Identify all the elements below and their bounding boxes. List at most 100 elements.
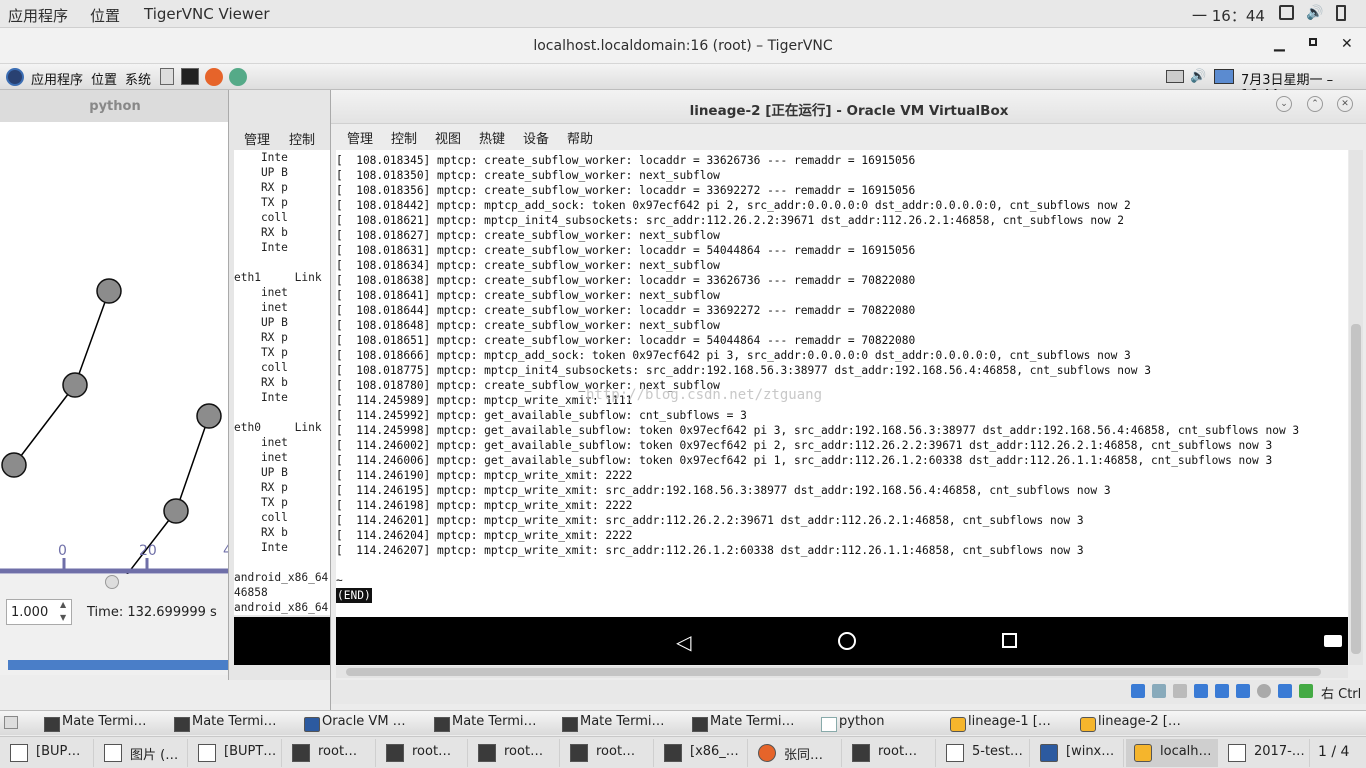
battery-icon[interactable] — [1336, 5, 1346, 21]
remote-task-item[interactable]: lineage-1 [… — [944, 714, 1051, 734]
firefox-icon[interactable] — [205, 68, 223, 86]
usb-icon[interactable] — [1215, 684, 1229, 698]
show-desktop-icon[interactable] — [4, 716, 18, 729]
kernel-log: [ 108.018345] mptcp: create_subflow_work… — [336, 153, 1299, 558]
terminal-icon[interactable] — [181, 68, 199, 85]
guest-console[interactable]: [ 108.018345] mptcp: create_subflow_work… — [336, 150, 1348, 617]
volume-icon[interactable]: 🔊 — [1306, 5, 1323, 21]
keyboard-icon[interactable] — [1324, 635, 1342, 647]
clock[interactable]: 一 16：44 — [1192, 5, 1265, 26]
vbox-menu-hotkey[interactable]: 热键 — [479, 128, 505, 147]
remote-task-item[interactable]: Mate Termi… — [168, 714, 277, 734]
remote-task-item[interactable]: Mate Termi… — [428, 714, 537, 734]
vbox-menu-control[interactable]: 控制 — [391, 128, 417, 147]
minimize-icon[interactable]: ▁ — [1274, 36, 1285, 52]
fedora-icon[interactable] — [6, 68, 24, 86]
recording-icon[interactable] — [1257, 684, 1271, 698]
host-task-item[interactable]: [BUP… — [2, 739, 94, 767]
remote-task-item[interactable]: Mate Termi… — [38, 714, 147, 734]
remote-task-item[interactable]: lineage-2 [… — [1074, 714, 1181, 734]
vbox-menu-devices[interactable]: 设备 — [523, 128, 549, 147]
graph-node[interactable] — [196, 403, 222, 429]
vertical-scrollbar[interactable] — [1349, 150, 1363, 665]
terminal-line: Inte — [234, 241, 288, 254]
vnc-titlebar[interactable]: localhost.localdomain:16 (root) – TigerV… — [0, 28, 1366, 64]
applications-menu[interactable]: 应用程序 — [8, 5, 68, 26]
vbox-close-icon[interactable]: ✕ — [1337, 96, 1353, 112]
host-task-item[interactable]: root… — [470, 739, 560, 767]
host-task-item[interactable]: root… — [562, 739, 654, 767]
host-task-item[interactable]: root… — [378, 739, 468, 767]
hscroll-thumb[interactable] — [346, 668, 1321, 676]
graph-canvas[interactable]: 0 20 4 — [0, 122, 232, 603]
horizontal-scrollbar[interactable] — [336, 666, 1348, 678]
download-icon[interactable] — [1299, 684, 1313, 698]
terminal-menu-manage[interactable]: 管理 — [244, 129, 270, 148]
timeline-slider-handle[interactable] — [105, 575, 119, 589]
host-key-label: 右 Ctrl — [1321, 687, 1362, 702]
text-editor-icon[interactable] — [160, 68, 174, 85]
back-icon[interactable]: ◁ — [676, 630, 691, 654]
network-icon[interactable] — [1214, 69, 1234, 84]
workspace-indicator[interactable]: 1 / 4 — [1318, 744, 1349, 760]
keyboard-icon[interactable] — [1166, 70, 1184, 83]
remote-applications-menu[interactable]: 应用程序 — [31, 69, 83, 88]
remote-places-menu[interactable]: 位置 — [91, 69, 117, 88]
home-icon[interactable] — [838, 632, 856, 650]
places-menu[interactable]: 位置 — [90, 5, 120, 26]
audio-icon[interactable] — [1173, 684, 1187, 698]
python-window: python 0 20 4 1.000 ▲ ▼ Time: 132.699999… — [0, 90, 232, 675]
vbox-menu-manage[interactable]: 管理 — [347, 128, 373, 147]
vbox-maximize-icon[interactable]: ⌃ — [1307, 96, 1323, 112]
log-line: [ 108.018627] mptcp: create_subflow_work… — [336, 229, 720, 242]
graph-node[interactable] — [1, 452, 27, 478]
task-label: 图片 (… — [130, 748, 179, 763]
remote-task-item[interactable]: Mate Termi… — [556, 714, 665, 734]
graph-node[interactable] — [62, 372, 88, 398]
graph-node[interactable] — [96, 278, 122, 304]
host-task-item[interactable]: [BUPT… — [190, 739, 282, 767]
host-task-item[interactable]: root… — [284, 739, 376, 767]
host-task-item[interactable]: 2017-… — [1220, 739, 1310, 767]
network-app-icon[interactable] — [229, 68, 247, 86]
python-window-title[interactable]: python — [0, 90, 230, 122]
volume-icon[interactable]: 🔊 — [1190, 69, 1206, 84]
recents-icon[interactable] — [1002, 633, 1017, 648]
vbox-statusbar: 右 Ctrl — [331, 680, 1366, 704]
window-icon[interactable] — [1279, 5, 1294, 20]
spin-up-icon[interactable]: ▲ — [60, 600, 66, 609]
vbox-minimize-icon[interactable]: ⌄ — [1276, 96, 1292, 112]
remote-task-item[interactable]: Oracle VM … — [298, 714, 406, 734]
close-icon[interactable]: ✕ — [1341, 36, 1353, 52]
host-task-item[interactable]: localh… — [1126, 739, 1218, 767]
remote-system-menu[interactable]: 系统 — [125, 69, 151, 88]
host-task-item[interactable]: 张同… — [750, 739, 842, 767]
host-task-item[interactable]: root… — [844, 739, 936, 767]
python-button-partial[interactable] — [8, 660, 230, 670]
mouse-integration-icon[interactable] — [1278, 684, 1292, 698]
active-app-label[interactable]: TigerVNC Viewer — [144, 5, 270, 23]
speed-spinbox[interactable]: 1.000 ▲ ▼ — [6, 599, 72, 625]
virtualbox-titlebar[interactable]: lineage-2 [正在运行] - Oracle VM VirtualBox — [331, 90, 1366, 124]
task-icon — [562, 717, 578, 732]
host-task-item[interactable]: [x86_… — [656, 739, 748, 767]
host-task-item[interactable]: [winx… — [1032, 739, 1124, 767]
log-line: [ 114.246006] mptcp: get_available_subfl… — [336, 454, 1273, 467]
remote-task-item[interactable]: python — [815, 714, 884, 734]
host-task-item[interactable]: 5-test… — [938, 739, 1030, 767]
maximize-icon[interactable] — [1309, 38, 1317, 46]
host-task-item[interactable]: 图片 (… — [96, 739, 188, 767]
terminal-menu-control[interactable]: 控制 — [289, 129, 315, 148]
storage-icon[interactable] — [1131, 684, 1145, 698]
spin-down-icon[interactable]: ▼ — [60, 613, 66, 622]
terminal-output[interactable]: Inte UP B RX p TX p coll RX b Inte eth1 L… — [234, 150, 333, 615]
network-icon[interactable] — [1194, 684, 1208, 698]
optical-icon[interactable] — [1152, 684, 1166, 698]
scrollbar-thumb[interactable] — [1351, 324, 1361, 654]
remote-task-item[interactable]: Mate Termi… — [686, 714, 795, 734]
graph-node[interactable] — [163, 498, 189, 524]
shared-folder-icon[interactable] — [1236, 684, 1250, 698]
vbox-menu-view[interactable]: 视图 — [435, 128, 461, 147]
vbox-menu-help[interactable]: 帮助 — [567, 128, 593, 147]
